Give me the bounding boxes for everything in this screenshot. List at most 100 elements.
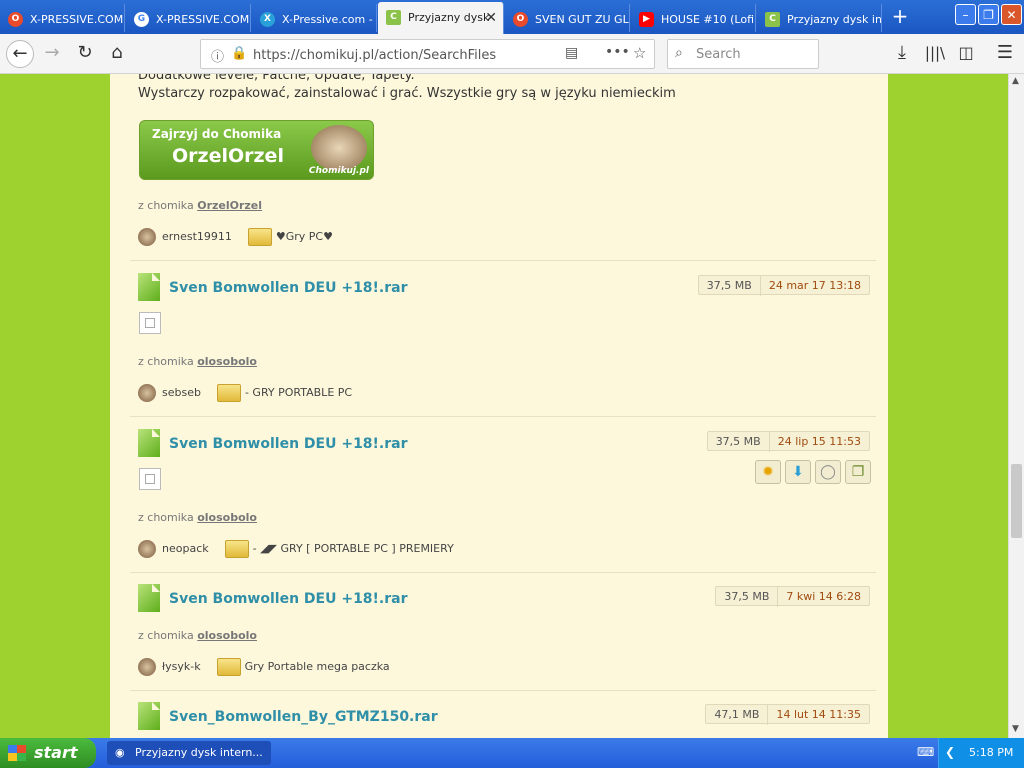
scroll-up-icon[interactable]: ▲ [1012, 76, 1019, 86]
start-button[interactable]: start [0, 738, 96, 768]
url-bar[interactable]: ⓘ 🔒 https://chomikuj.pl/action/SearchFil… [200, 39, 655, 69]
tab-label: X-PRESSIVE.COM [156, 13, 250, 26]
tab-5[interactable]: O SVEN GUT ZU GLO [505, 4, 630, 32]
file-icon [138, 429, 160, 457]
file-entry-3: Sven Bomwollen DEU +18!.rar 37,5 MB 7 kwi… [130, 572, 876, 690]
star-icon[interactable]: ✹ [755, 460, 781, 484]
folder-icon [247, 228, 272, 246]
copy-icon[interactable]: ❐ [845, 460, 871, 484]
folder-name[interactable]: ♥Gry PC♥ [276, 230, 333, 243]
reload-button[interactable]: ↻ [71, 40, 99, 68]
forward-button[interactable]: → [38, 40, 66, 68]
from-chomik-link[interactable]: olosobolo [197, 355, 257, 368]
tab-1[interactable]: O X-PRESSIVE.COM [0, 4, 125, 32]
home-button[interactable]: ⌂ [103, 40, 131, 68]
maximize-button[interactable]: ❐ [978, 4, 999, 25]
tab-4-active[interactable]: C Przyjazny dysk ✕ [378, 2, 504, 34]
file-meta: 37,5 MB 24 lip 15 11:53 [706, 431, 870, 452]
windows-flag-icon [8, 745, 26, 761]
tab-label: HOUSE #10 (Lofi [661, 13, 755, 26]
keyboard-icon[interactable]: ⌨ [917, 745, 934, 759]
from-chomik-line: z chomika olosobolo [138, 511, 257, 524]
file-entry-1: Sven Bomwollen DEU +18!.rar 37,5 MB 24 ma… [130, 260, 876, 416]
tab-6[interactable]: ▶ HOUSE #10 (Lofi [631, 4, 756, 32]
from-prefix: z chomika [138, 629, 194, 642]
from-chomik-link[interactable]: olosobolo [197, 511, 257, 524]
avatar[interactable] [138, 658, 156, 676]
close-tab-icon[interactable]: ✕ [485, 10, 497, 26]
search-placeholder: Search [696, 47, 741, 62]
chomikuj-icon: C [386, 10, 401, 25]
username[interactable]: neopack [162, 542, 209, 555]
username[interactable]: sebseb [162, 386, 201, 399]
new-tab-button[interactable]: + [889, 6, 911, 28]
page-scrollbar[interactable]: ▲ ▼ [1008, 74, 1024, 738]
folder-name[interactable]: Gry Portable mega paczka [245, 660, 390, 673]
folder-name[interactable]: - ◢◤ GRY [ PORTABLE PC ] PREMIERY [253, 542, 454, 555]
search-icon: ⌕ [675, 45, 683, 61]
page-viewport: Dodatkowe levele, Patche, Update, Tapety… [0, 74, 1008, 738]
file-name-link[interactable]: Sven_Bomwollen_By_GTMZ150.rar [169, 709, 438, 725]
comment-icon[interactable]: ◯ [815, 460, 841, 484]
from-chomik-link[interactable]: OrzelOrzel [197, 199, 262, 212]
avatar[interactable] [138, 540, 156, 558]
file-name-link[interactable]: Sven Bomwollen DEU +18!.rar [169, 436, 408, 452]
tray-expand-icon[interactable]: ❮ [945, 745, 955, 759]
download-icon[interactable]: ⤓ [888, 40, 916, 68]
banner-logo: Chomikuj.pl [308, 166, 369, 176]
tab-3[interactable]: X X-Pressive.com - [252, 4, 377, 32]
file-name-link[interactable]: Sven Bomwollen DEU +18!.rar [169, 280, 408, 296]
download-icon[interactable]: ⬇ [785, 460, 811, 484]
file-size: 37,5 MB [716, 587, 779, 607]
file-name-link[interactable]: Sven Bomwollen DEU +18!.rar [169, 591, 408, 607]
taskbar: start ◉ Przyjazny dysk intern... ⌨ ❮ 5:1… [0, 738, 1024, 768]
from-prefix: z chomika [138, 199, 194, 212]
file-meta: 47,1 MB 14 lut 14 11:35 [705, 704, 870, 725]
folder-icon [216, 658, 241, 676]
tab-label: Przyjazny dysk in [787, 13, 882, 26]
chomik-banner[interactable]: Zajrzyj do Chomika OrzelOrzel Chomikuj.p… [139, 120, 374, 180]
back-button[interactable]: ← [6, 40, 34, 68]
user-line: ernest19911 ♥Gry PC♥ [138, 228, 333, 246]
scrollbar-thumb[interactable] [1011, 464, 1022, 538]
bookmark-star-icon[interactable]: ☆ [633, 44, 646, 62]
file-entry-2: Sven Bomwollen DEU +18!.rar 37,5 MB 24 li… [130, 416, 876, 572]
thumbnail-icon[interactable] [139, 312, 161, 334]
from-chomik-link[interactable]: olosobolo [197, 629, 257, 642]
close-window-button[interactable]: ✕ [1001, 4, 1022, 25]
tab-2[interactable]: G X-PRESSIVE.COM [126, 4, 251, 32]
library-icon[interactable]: |||\ [921, 40, 949, 68]
start-label: start [34, 743, 78, 762]
avatar[interactable] [138, 228, 156, 246]
system-tray: ⌨ ❮ 5:18 PM [917, 738, 1024, 768]
banner-line-1: Zajrzyj do Chomika [152, 127, 282, 141]
taskbar-window-item[interactable]: ◉ Przyjazny dysk intern... [107, 741, 271, 765]
google-icon: G [134, 12, 149, 27]
from-chomik-line: z chomika olosobolo [138, 629, 257, 642]
file-date: 24 lip 15 11:53 [777, 435, 861, 448]
username[interactable]: ernest19911 [162, 230, 232, 243]
avatar[interactable] [138, 384, 156, 402]
menu-icon[interactable]: ☰ [991, 40, 1019, 68]
nav-bar: ← → ↻ ⌂ ⓘ 🔒 https://chomikuj.pl/action/S… [0, 34, 1024, 74]
minimize-button[interactable]: – [955, 4, 976, 25]
file-icon [138, 584, 160, 612]
hamster-image [311, 125, 367, 171]
url-text: https://chomikuj.pl/action/SearchFiles [253, 48, 497, 63]
search-input[interactable]: ⌕ Search [667, 39, 819, 69]
thumbnail-icon[interactable] [139, 468, 161, 490]
user-line: sebseb - GRY PORTABLE PC [138, 384, 352, 402]
tab-7[interactable]: C Przyjazny dysk in [757, 4, 882, 32]
folder-name[interactable]: - GRY PORTABLE PC [245, 386, 352, 399]
banner-line-2: OrzelOrzel [172, 145, 284, 167]
scroll-down-icon[interactable]: ▼ [1012, 724, 1019, 734]
info-icon[interactable]: ⓘ [211, 46, 224, 65]
intro-line-2: Wystarczy rozpakować, zainstalować i gra… [138, 86, 676, 101]
tab-label: Przyjazny dysk [408, 11, 490, 24]
file-icon [138, 702, 160, 730]
username[interactable]: łysyk-k [162, 660, 201, 673]
sidebar-icon[interactable]: ◫ [952, 40, 980, 68]
reader-view-icon[interactable]: ▤ [565, 45, 578, 61]
clock: 5:18 PM [969, 746, 1014, 759]
page-actions-icon[interactable]: ••• [605, 44, 630, 60]
